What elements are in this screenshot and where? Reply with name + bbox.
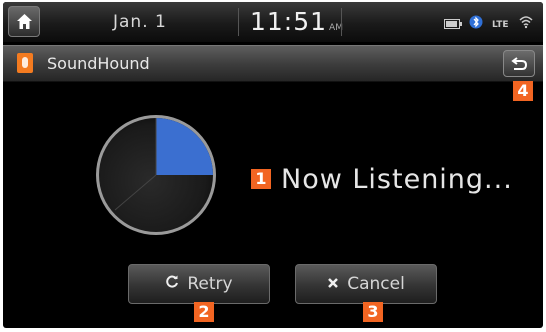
soundhound-icon — [17, 53, 33, 73]
divider — [238, 8, 239, 36]
back-arrow-icon — [511, 57, 528, 70]
listening-status: Now Listening... — [281, 164, 513, 195]
retry-icon — [165, 274, 179, 294]
cancel-label: Cancel — [347, 274, 405, 294]
retry-button[interactable]: Retry — [128, 264, 270, 304]
home-icon — [17, 14, 32, 29]
back-button[interactable] — [503, 50, 535, 77]
home-button[interactable] — [8, 6, 40, 37]
callout-3: 3 — [363, 302, 383, 322]
clock-display: 11:51 AM — [250, 7, 343, 36]
cancel-icon — [327, 274, 339, 294]
network-icon: LTE — [492, 14, 512, 33]
date-display: Jan. 1 — [113, 12, 167, 32]
battery-icon — [444, 14, 462, 33]
status-bar: Jan. 1 11:51 AM LTE — [3, 2, 543, 42]
cancel-button[interactable]: Cancel — [295, 264, 437, 304]
callout-4: 4 — [513, 81, 533, 101]
callout-2: 2 — [194, 302, 214, 322]
callout-1: 1 — [251, 169, 271, 189]
title-bar: SoundHound — [3, 45, 543, 82]
listening-progress — [156, 118, 213, 175]
svg-text:LTE: LTE — [492, 20, 509, 29]
retry-label: Retry — [187, 274, 233, 294]
clock-time: 11:51 — [250, 7, 328, 36]
status-icons: LTE — [444, 14, 533, 33]
wifi-signal-icon — [519, 14, 533, 33]
listening-indicator — [96, 115, 216, 235]
bluetooth-icon — [469, 14, 485, 33]
head-unit-screen: Jan. 1 11:51 AM LTE SoundHound 4 1 Now L… — [3, 2, 543, 328]
divider — [341, 8, 342, 36]
app-title: SoundHound — [47, 54, 150, 73]
